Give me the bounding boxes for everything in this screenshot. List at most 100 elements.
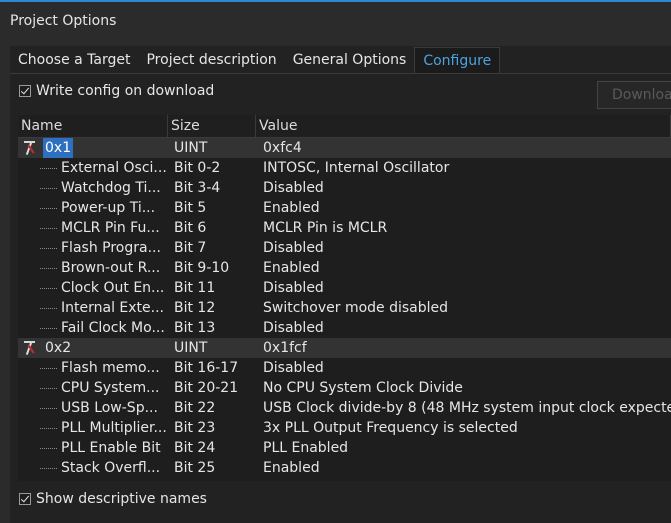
- config-value[interactable]: MCLR Pin is MCLR: [256, 218, 671, 238]
- config-name-cell: Flash memo...: [18, 358, 168, 378]
- config-name: USB Low-Sp...: [61, 400, 158, 416]
- config-name-cell: USB Low-Sp...: [18, 398, 168, 418]
- config-value[interactable]: Enabled: [256, 458, 671, 478]
- config-row[interactable]: Stack Overfl... Bit 25 Enabled: [18, 458, 671, 478]
- config-row[interactable]: Flash memo... Bit 16-17 Disabled: [18, 358, 671, 378]
- config-row[interactable]: PLL Enable Bit Bit 24 PLL Enabled: [18, 438, 671, 458]
- config-size: Bit 6: [174, 220, 207, 236]
- config-row[interactable]: Flash Progra... Bit 7 Disabled: [18, 238, 671, 258]
- config-size: Bit 22: [174, 400, 216, 416]
- config-value[interactable]: Switchover mode disabled: [256, 298, 671, 318]
- config-name: Flash Progra...: [61, 240, 161, 256]
- config-row[interactable]: Watchdog Ti... Bit 3-4 Disabled: [18, 178, 671, 198]
- group-size: UINT: [174, 140, 208, 156]
- config-row[interactable]: Power-up Ti... Bit 5 Enabled: [18, 198, 671, 218]
- config-value[interactable]: PLL Enabled: [256, 438, 671, 458]
- config-name: Watchdog Ti...: [61, 180, 161, 196]
- tab-choose-target[interactable]: Choose a Target: [10, 47, 138, 73]
- config-value[interactable]: INTOSC, Internal Oscillator: [256, 158, 671, 178]
- tab-project-description[interactable]: Project description: [138, 47, 284, 73]
- show-names-label: Show descriptive names: [36, 491, 207, 507]
- config-name-cell: PLL Multiplier...: [18, 418, 168, 438]
- tree-connector: [40, 167, 57, 169]
- config-value[interactable]: Disabled: [256, 358, 671, 378]
- config-row[interactable]: Internal Exte... Bit 12 Switchover mode di…: [18, 298, 671, 318]
- config-size: Bit 12: [174, 300, 216, 316]
- config-value[interactable]: USB Clock divide-by 8 (48 MHz system inp…: [256, 398, 671, 418]
- config-value[interactable]: Enabled: [256, 198, 671, 218]
- show-names-row[interactable]: Show descriptive names: [19, 491, 207, 507]
- config-name: Fail Clock Mo...: [61, 320, 165, 336]
- write-config-row[interactable]: Write config on download: [19, 83, 214, 99]
- config-name-cell: Fail Clock Mo...: [18, 318, 168, 338]
- tree-connector: [40, 467, 57, 469]
- grid-header: Name Size Value: [18, 115, 671, 138]
- config-name-cell: CPU System...: [18, 378, 168, 398]
- config-row[interactable]: External Osci... Bit 0-2 INTOSC, Internal …: [18, 158, 671, 178]
- tab-bar: Choose a Target Project description Gene…: [10, 47, 501, 74]
- tab-general-options[interactable]: General Options: [285, 47, 415, 73]
- config-name-cell: Brown-out R...: [18, 258, 168, 278]
- config-size: Bit 9-10: [174, 260, 230, 276]
- show-names-checkbox[interactable]: [19, 493, 31, 505]
- config-size: Bit 25: [174, 460, 216, 476]
- group-value[interactable]: 0x1fcf: [256, 338, 671, 358]
- config-name-cell: MCLR Pin Fu...: [18, 218, 168, 238]
- download-button[interactable]: Download: [597, 81, 671, 109]
- group-name-cell[interactable]: 0x2: [18, 338, 168, 358]
- tab-divider: [10, 73, 671, 74]
- group-name[interactable]: 0x1: [43, 138, 74, 158]
- column-header-size[interactable]: Size: [168, 115, 256, 137]
- config-name: Flash memo...: [61, 360, 160, 376]
- config-value[interactable]: Enabled: [256, 258, 671, 278]
- config-name-cell: External Osci...: [18, 158, 168, 178]
- tree-connector: [40, 247, 57, 249]
- group-name[interactable]: 0x2: [43, 338, 73, 358]
- config-name: PLL Multiplier...: [61, 420, 167, 436]
- config-name-cell: Power-up Ti...: [18, 198, 168, 218]
- group-row[interactable]: 0x1 UINT 0xfc4: [18, 138, 671, 158]
- write-config-checkbox[interactable]: [19, 85, 31, 97]
- group-row[interactable]: 0x2 UINT 0x1fcf: [18, 338, 671, 358]
- config-name: Clock Out En...: [61, 280, 165, 296]
- config-value[interactable]: Disabled: [256, 278, 671, 298]
- config-row[interactable]: CPU System... Bit 20-21 No CPU System Cloc…: [18, 378, 671, 398]
- config-name-cell: PLL Enable Bit: [18, 438, 168, 458]
- config-grid: Name Size Value 0x1 UINT 0xfc4 External Osc…: [18, 115, 671, 481]
- config-size: Bit 16-17: [174, 360, 239, 376]
- config-name: MCLR Pin Fu...: [61, 220, 160, 236]
- group-name-cell[interactable]: 0x1: [18, 138, 168, 158]
- config-value[interactable]: No CPU System Clock Divide: [256, 378, 671, 398]
- config-name-cell: Clock Out En...: [18, 278, 168, 298]
- config-row[interactable]: Fail Clock Mo... Bit 13 Disabled: [18, 318, 671, 338]
- column-header-name[interactable]: Name: [18, 115, 168, 137]
- config-name: External Osci...: [61, 160, 167, 176]
- config-size: Bit 20-21: [174, 380, 239, 396]
- register-icon[interactable]: [22, 140, 38, 156]
- config-row[interactable]: PLL Multiplier... Bit 23 3x PLL Output Fre…: [18, 418, 671, 438]
- config-row[interactable]: Clock Out En... Bit 11 Disabled: [18, 278, 671, 298]
- config-name-cell: Stack Overfl...: [18, 458, 168, 478]
- tab-configure[interactable]: Configure: [414, 47, 501, 74]
- config-name: Stack Overfl...: [61, 460, 161, 476]
- config-value[interactable]: Disabled: [256, 318, 671, 338]
- tree-connector: [40, 187, 57, 189]
- tree-connector: [40, 367, 57, 369]
- config-size: Bit 7: [174, 240, 207, 256]
- tree-connector: [40, 267, 57, 269]
- write-config-label: Write config on download: [36, 83, 215, 99]
- config-value[interactable]: 3x PLL Output Frequency is selected: [256, 418, 671, 438]
- column-header-value[interactable]: Value: [256, 115, 671, 137]
- config-row[interactable]: Brown-out R... Bit 9-10 Enabled: [18, 258, 671, 278]
- config-row[interactable]: USB Low-Sp... Bit 22 USB Clock divide-by 8…: [18, 398, 671, 418]
- tree-connector: [40, 327, 57, 329]
- register-icon[interactable]: [22, 340, 38, 356]
- config-name: Power-up Ti...: [61, 200, 156, 216]
- config-value[interactable]: Disabled: [256, 178, 671, 198]
- config-size: Bit 5: [174, 200, 207, 216]
- group-value[interactable]: 0xfc4: [256, 138, 671, 158]
- config-name-cell: Internal Exte...: [18, 298, 168, 318]
- config-value[interactable]: Disabled: [256, 238, 671, 258]
- tree-connector: [40, 427, 57, 429]
- config-row[interactable]: MCLR Pin Fu... Bit 6 MCLR Pin is MCLR: [18, 218, 671, 238]
